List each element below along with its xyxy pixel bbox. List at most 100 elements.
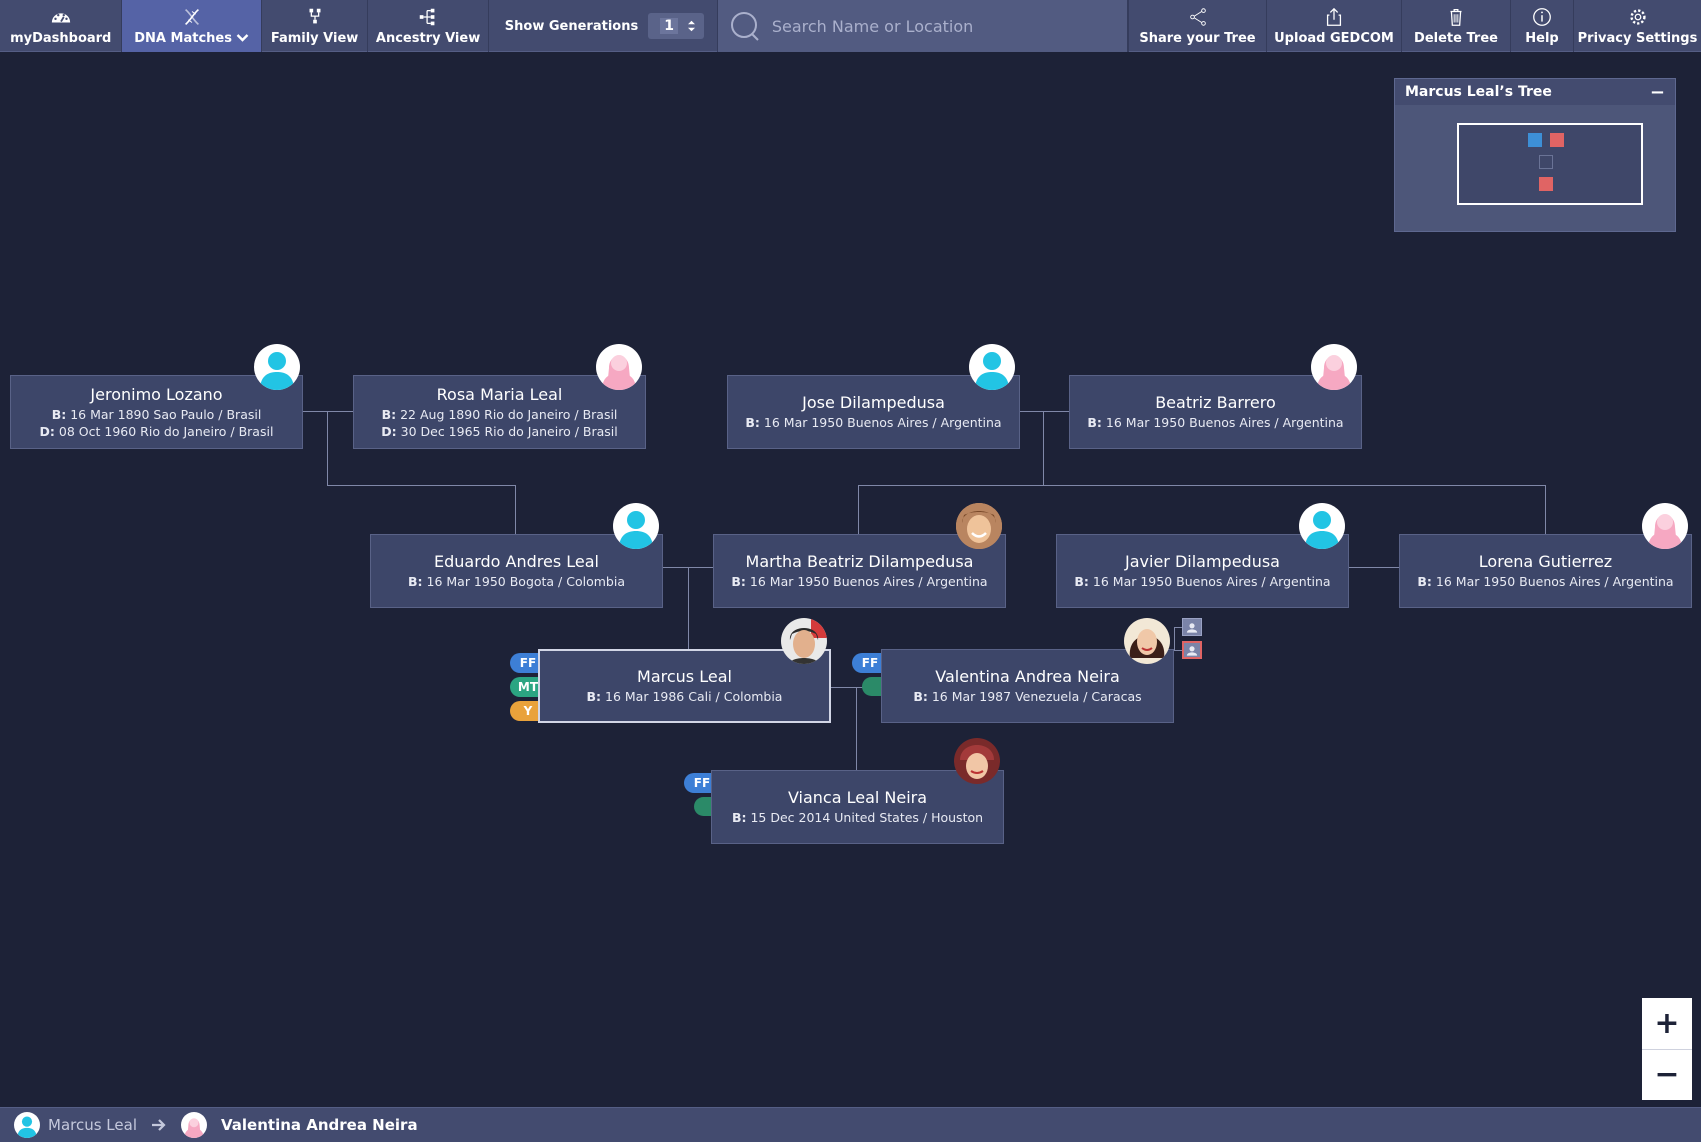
connector [688, 567, 689, 649]
tree-minimap[interactable]: Marcus Leal’s Tree − [1394, 78, 1676, 232]
person-card-eduardo-andres-leal[interactable]: Eduardo Andres Leal B: 16 Mar 1950 Bogot… [370, 534, 663, 608]
person-card-vianca-leal-neira[interactable]: Vianca Leal Neira B: 15 Dec 2014 United … [711, 770, 1004, 844]
tag-y[interactable]: Y [510, 701, 540, 721]
share-tree-button[interactable]: Share your Tree [1128, 0, 1266, 52]
connector [1019, 411, 1069, 412]
person-card-javier-dilampedusa[interactable]: Javier Dilampedusa B: 16 Mar 1950 Buenos… [1056, 534, 1349, 608]
person-birth: B: 16 Mar 1986 Cali / Colombia [586, 689, 783, 704]
female-avatar-icon[interactable] [596, 344, 642, 390]
person-name: Rosa Maria Leal [436, 384, 563, 404]
help-label: Help [1525, 30, 1559, 46]
add-female-parent-icon[interactable] [1182, 641, 1202, 659]
person-card-beatriz-barrero[interactable]: Beatriz Barrero B: 16 Mar 1950 Buenos Ai… [1069, 375, 1362, 449]
person-name: Martha Beatriz Dilampedusa [745, 552, 974, 571]
profile-photo[interactable] [954, 738, 1000, 784]
tag-ff[interactable]: FF [684, 773, 714, 793]
person-card-martha-beatriz-dilampedusa[interactable]: Martha Beatriz Dilampedusa B: 16 Mar 195… [713, 534, 1006, 608]
nav-dashboard[interactable]: myDashboard [0, 0, 123, 52]
connector [515, 485, 516, 534]
minimap-node [1539, 177, 1553, 191]
zoom-in-button[interactable]: + [1642, 998, 1692, 1049]
person-card-lorena-gutierrez[interactable]: Lorena Gutierrez B: 16 Mar 1950 Buenos A… [1399, 534, 1692, 608]
minimap-header: Marcus Leal’s Tree − [1395, 79, 1675, 105]
nav-family-view[interactable]: Family View [262, 0, 369, 52]
person-card-rosa-maria-leal[interactable]: Rosa Maria Leal B: 22 Aug 1890 Rio do Ja… [353, 375, 646, 449]
search-input[interactable] [771, 16, 1112, 36]
add-male-parent-icon[interactable] [1182, 618, 1202, 636]
profile-photo[interactable] [781, 618, 827, 664]
stepper-arrows-icon[interactable] [687, 19, 696, 33]
minimap-collapse-button[interactable]: − [1650, 82, 1665, 103]
nav-ancestry-view-label: Ancestry View [375, 30, 481, 46]
share-tree-label: Share your Tree [1139, 30, 1256, 46]
person-name: Jose Dilampedusa [802, 393, 945, 412]
person-card-jeronimo-lozano[interactable]: Jeronimo Lozano B: 16 Mar 1890 Sao Paulo… [10, 375, 303, 449]
arrow-right-icon [152, 1119, 166, 1131]
profile-photo[interactable] [1124, 618, 1170, 664]
nav-dna-matches-label: DNA Matches [134, 30, 232, 46]
connector [1043, 411, 1044, 485]
minimap-viewport[interactable] [1457, 123, 1643, 205]
profile-photo[interactable] [956, 503, 1002, 549]
person-birth: B: 15 Dec 2014 United States / Houston [731, 810, 984, 825]
upload-gedcom-label: Upload GEDCOM [1274, 30, 1394, 46]
connector [1348, 567, 1399, 568]
help-button[interactable]: Help [1510, 0, 1573, 52]
connector [856, 687, 857, 770]
connector [1174, 627, 1182, 628]
search-icon [730, 12, 759, 41]
upload-gedcom-button[interactable]: Upload GEDCOM [1266, 0, 1401, 52]
person-name: Eduardo Andres Leal [434, 552, 599, 571]
female-avatar-icon[interactable] [1311, 344, 1357, 390]
upload-icon [1326, 7, 1342, 26]
person-name: Javier Dilampedusa [1125, 552, 1280, 571]
female-avatar-icon [181, 1112, 207, 1138]
gear-icon [1629, 8, 1646, 25]
connector [1545, 485, 1546, 534]
trash-icon [1450, 8, 1462, 26]
connector [858, 485, 859, 534]
zoom-out-button[interactable]: − [1642, 1048, 1692, 1101]
male-avatar-icon[interactable] [613, 503, 659, 549]
connector [327, 485, 515, 486]
top-navbar: myDashboard DNA Matches Family View Ance… [0, 0, 1701, 52]
minimap-title: Marcus Leal’s Tree [1405, 84, 1552, 100]
generations-stepper[interactable]: 1 [648, 13, 705, 39]
person-card-jose-dilampedusa[interactable]: Jose Dilampedusa B: 16 Mar 1950 Buenos A… [727, 375, 1020, 449]
person-death: D: 30 Dec 1965 Rio do Janeiro / Brasil [381, 423, 618, 439]
nav-ancestry-view[interactable]: Ancestry View [368, 0, 489, 52]
male-avatar-icon[interactable] [254, 344, 300, 390]
person-name: Valentina Andrea Neira [935, 667, 1120, 686]
person-card-marcus-leal[interactable]: Marcus Leal B: 16 Mar 1986 Cali / Colomb… [538, 649, 831, 723]
nav-dna-matches[interactable]: DNA Matches [122, 0, 262, 52]
dna-icon [184, 8, 199, 25]
person-name: Lorena Gutierrez [1478, 552, 1613, 571]
male-avatar-icon[interactable] [969, 344, 1015, 390]
connector [1174, 627, 1175, 651]
tag-mt[interactable]: MT [510, 677, 540, 697]
family-tree-icon [309, 8, 321, 23]
person-card-valentina-andrea-neira[interactable]: Valentina Andrea Neira B: 16 Mar 1987 Ve… [881, 649, 1174, 723]
delete-tree-button[interactable]: Delete Tree [1401, 0, 1510, 52]
tag-ff[interactable]: FF [852, 653, 882, 673]
person-birth: B: 22 Aug 1890 Rio do Janeiro / Brasil [381, 406, 618, 422]
privacy-settings-label: Privacy Settings [1577, 30, 1698, 46]
tag-ff[interactable]: FF [510, 653, 540, 673]
privacy-settings-button[interactable]: Privacy Settings [1573, 0, 1701, 52]
person-birth: B: 16 Mar 1950 Buenos Aires / Argentina [745, 415, 1002, 430]
male-avatar-icon[interactable] [1299, 503, 1345, 549]
relationship-breadcrumb: Marcus Leal Valentina Andrea Neira [0, 1107, 1701, 1142]
person-name: Vianca Leal Neira [787, 788, 928, 807]
dashboard-gauge-icon [51, 12, 70, 22]
show-generations-label: Show Generations [504, 18, 639, 34]
show-generations: Show Generations 1 [489, 0, 718, 52]
zoom-controls: + − [1642, 998, 1692, 1100]
ancestry-tree-icon [419, 8, 435, 25]
connector [858, 485, 1546, 486]
share-icon [1189, 7, 1206, 26]
tag-match-indicator[interactable] [862, 677, 882, 696]
minimap-node [1550, 133, 1564, 147]
female-avatar-icon[interactable] [1642, 503, 1688, 549]
breadcrumb-to[interactable]: Valentina Andrea Neira [221, 1116, 418, 1134]
breadcrumb-from[interactable]: Marcus Leal [48, 1116, 137, 1134]
